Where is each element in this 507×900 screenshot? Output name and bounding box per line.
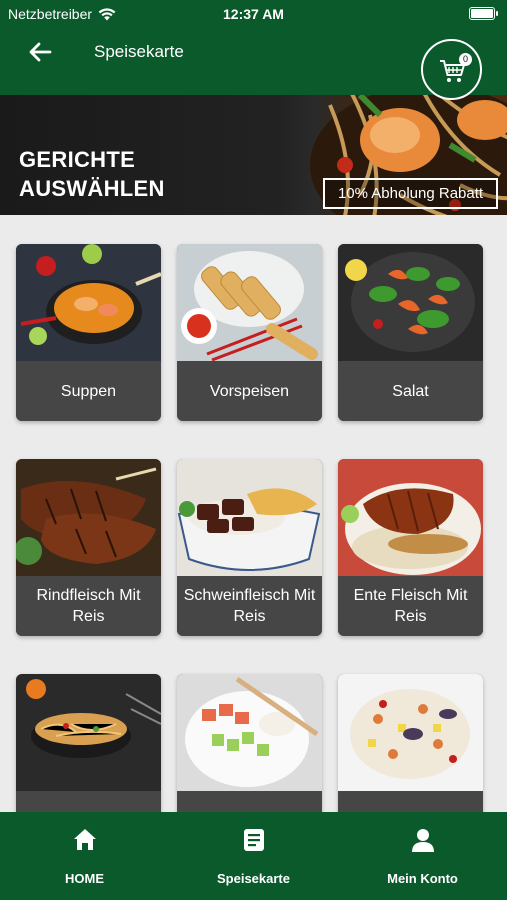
nav-label: HOME <box>65 871 104 886</box>
cart-count-badge: 0 <box>459 53 472 66</box>
spring-rolls-image <box>177 244 322 361</box>
nav-home[interactable]: HOME <box>0 812 169 900</box>
category-card-schweinfleisch[interactable]: Schweinfleisch Mit Reis <box>177 459 322 636</box>
nav-label: Mein Konto <box>387 871 458 886</box>
banner-title: GERICHTE AUSWÄHLEN <box>19 147 165 201</box>
category-card-rindfleisch[interactable]: Rindfleisch Mit Reis <box>16 459 161 636</box>
status-bar: Netzbetreiber 12:37 AM <box>0 0 507 28</box>
battery-icon <box>469 7 498 20</box>
category-card-salat[interactable]: Salat <box>338 244 483 421</box>
account-icon <box>411 829 434 852</box>
poke-bowl-image <box>177 674 322 791</box>
fried-rice-image <box>338 674 483 791</box>
pork-image <box>177 459 322 576</box>
screen: Netzbetreiber 12:37 AM Speisekarte 0 GER… <box>0 0 507 900</box>
category-label: Salat <box>338 361 483 421</box>
promo-badge: 10% Abholung Rabatt <box>323 178 498 209</box>
bottom-navigation: HOME Speisekarte Mein Konto <box>0 812 507 900</box>
cart-button[interactable]: 0 <box>421 39 482 100</box>
category-card-suppen[interactable]: Suppen <box>16 244 161 421</box>
category-label: Rindfleisch Mit Reis <box>16 576 161 636</box>
category-label: Suppen <box>16 361 161 421</box>
duck-image <box>338 459 483 576</box>
nav-label: Speisekarte <box>217 871 290 886</box>
home-icon <box>73 829 96 850</box>
chicken-noodles-image <box>16 674 161 791</box>
soup-image <box>16 244 161 361</box>
category-label: Ente Fleisch Mit Reis <box>338 576 483 636</box>
beef-image <box>16 459 161 576</box>
category-label: Schweinfleisch Mit Reis <box>177 576 322 636</box>
page-title: Speisekarte <box>94 42 184 61</box>
back-arrow-icon[interactable] <box>26 38 54 66</box>
salad-image <box>338 244 483 361</box>
category-label: Vorspeisen <box>177 361 322 421</box>
category-card-ente[interactable]: Ente Fleisch Mit Reis <box>338 459 483 636</box>
category-card-vorspeisen[interactable]: Vorspeisen <box>177 244 322 421</box>
status-time: 12:37 AM <box>223 6 284 22</box>
menu-book-icon <box>243 829 264 851</box>
nav-mein-konto[interactable]: Mein Konto <box>338 812 507 900</box>
nav-speisekarte[interactable]: Speisekarte <box>169 812 338 900</box>
